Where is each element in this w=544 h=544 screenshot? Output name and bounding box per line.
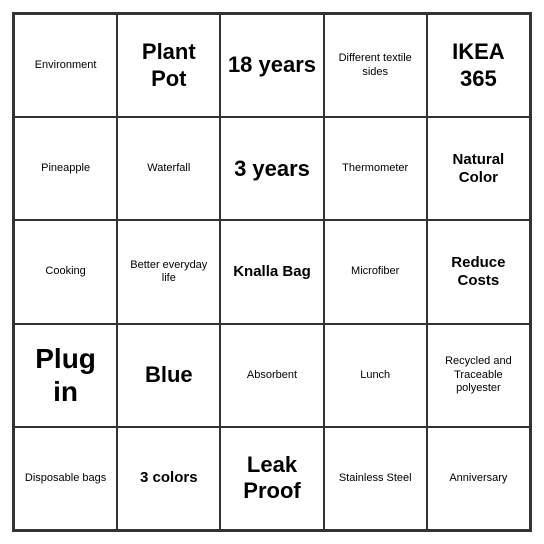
cell-label-r3c2: Absorbent: [247, 369, 297, 382]
cell-r0c0: Environment: [14, 14, 117, 117]
cell-label-r3c0: Plug in: [19, 342, 112, 409]
cell-r2c1: Better everyday life: [117, 220, 220, 323]
cell-r3c1: Blue: [117, 324, 220, 427]
bingo-board: Environment Plant Pot 18 years Different te…: [12, 12, 532, 532]
cell-r1c4: Natural Color: [427, 117, 530, 220]
cell-r1c2: 3 years: [220, 117, 323, 220]
cell-r4c0: Disposable bags: [14, 427, 117, 530]
cell-r4c3: Stainless Steel: [324, 427, 427, 530]
cell-r3c0: Plug in: [14, 324, 117, 427]
cell-r2c0: Cooking: [14, 220, 117, 323]
cell-label-r0c0: Environment: [35, 59, 97, 72]
cell-label-r1c3: Thermometer: [342, 162, 408, 175]
cell-label-r4c4: Anniversary: [449, 472, 507, 485]
cell-label-r0c3: Different textile sides: [329, 52, 422, 78]
cell-label-r0c2: 18 years: [228, 52, 316, 78]
cell-label-r4c0: Disposable bags: [25, 472, 106, 485]
cell-label-r2c1: Better everyday life: [122, 259, 215, 285]
cell-label-r0c4: IKEA 365: [432, 39, 525, 92]
cell-r2c4: Reduce Costs: [427, 220, 530, 323]
cell-r1c3: Thermometer: [324, 117, 427, 220]
cell-label-r3c3: Lunch: [360, 369, 390, 382]
cell-label-r0c1: Plant Pot: [122, 39, 215, 92]
cell-r3c2: Absorbent: [220, 324, 323, 427]
cell-r0c1: Plant Pot: [117, 14, 220, 117]
cell-label-r3c1: Blue: [145, 362, 193, 388]
cell-label-r4c3: Stainless Steel: [339, 472, 412, 485]
cell-r1c1: Waterfall: [117, 117, 220, 220]
cell-r3c4: Recycled and Traceable polyester: [427, 324, 530, 427]
cell-r0c2: 18 years: [220, 14, 323, 117]
cell-r2c2: Knalla Bag: [220, 220, 323, 323]
cell-r1c0: Pineapple: [14, 117, 117, 220]
cell-r4c2: Leak Proof: [220, 427, 323, 530]
cell-label-r1c4: Natural Color: [432, 151, 525, 187]
cell-label-r1c2: 3 years: [234, 156, 310, 182]
cell-r3c3: Lunch: [324, 324, 427, 427]
cell-label-r2c0: Cooking: [45, 265, 85, 278]
cell-r2c3: Microfiber: [324, 220, 427, 323]
cell-label-r2c2: Knalla Bag: [233, 263, 311, 281]
cell-label-r4c2: Leak Proof: [225, 452, 318, 505]
cell-label-r1c0: Pineapple: [41, 162, 90, 175]
cell-r0c3: Different textile sides: [324, 14, 427, 117]
cell-label-r2c3: Microfiber: [351, 265, 399, 278]
cell-r4c1: 3 colors: [117, 427, 220, 530]
cell-r4c4: Anniversary: [427, 427, 530, 530]
cell-label-r4c1: 3 colors: [140, 469, 198, 487]
cell-label-r3c4: Recycled and Traceable polyester: [432, 355, 525, 395]
cell-label-r1c1: Waterfall: [147, 162, 190, 175]
cell-label-r2c4: Reduce Costs: [432, 254, 525, 290]
cell-r0c4: IKEA 365: [427, 14, 530, 117]
